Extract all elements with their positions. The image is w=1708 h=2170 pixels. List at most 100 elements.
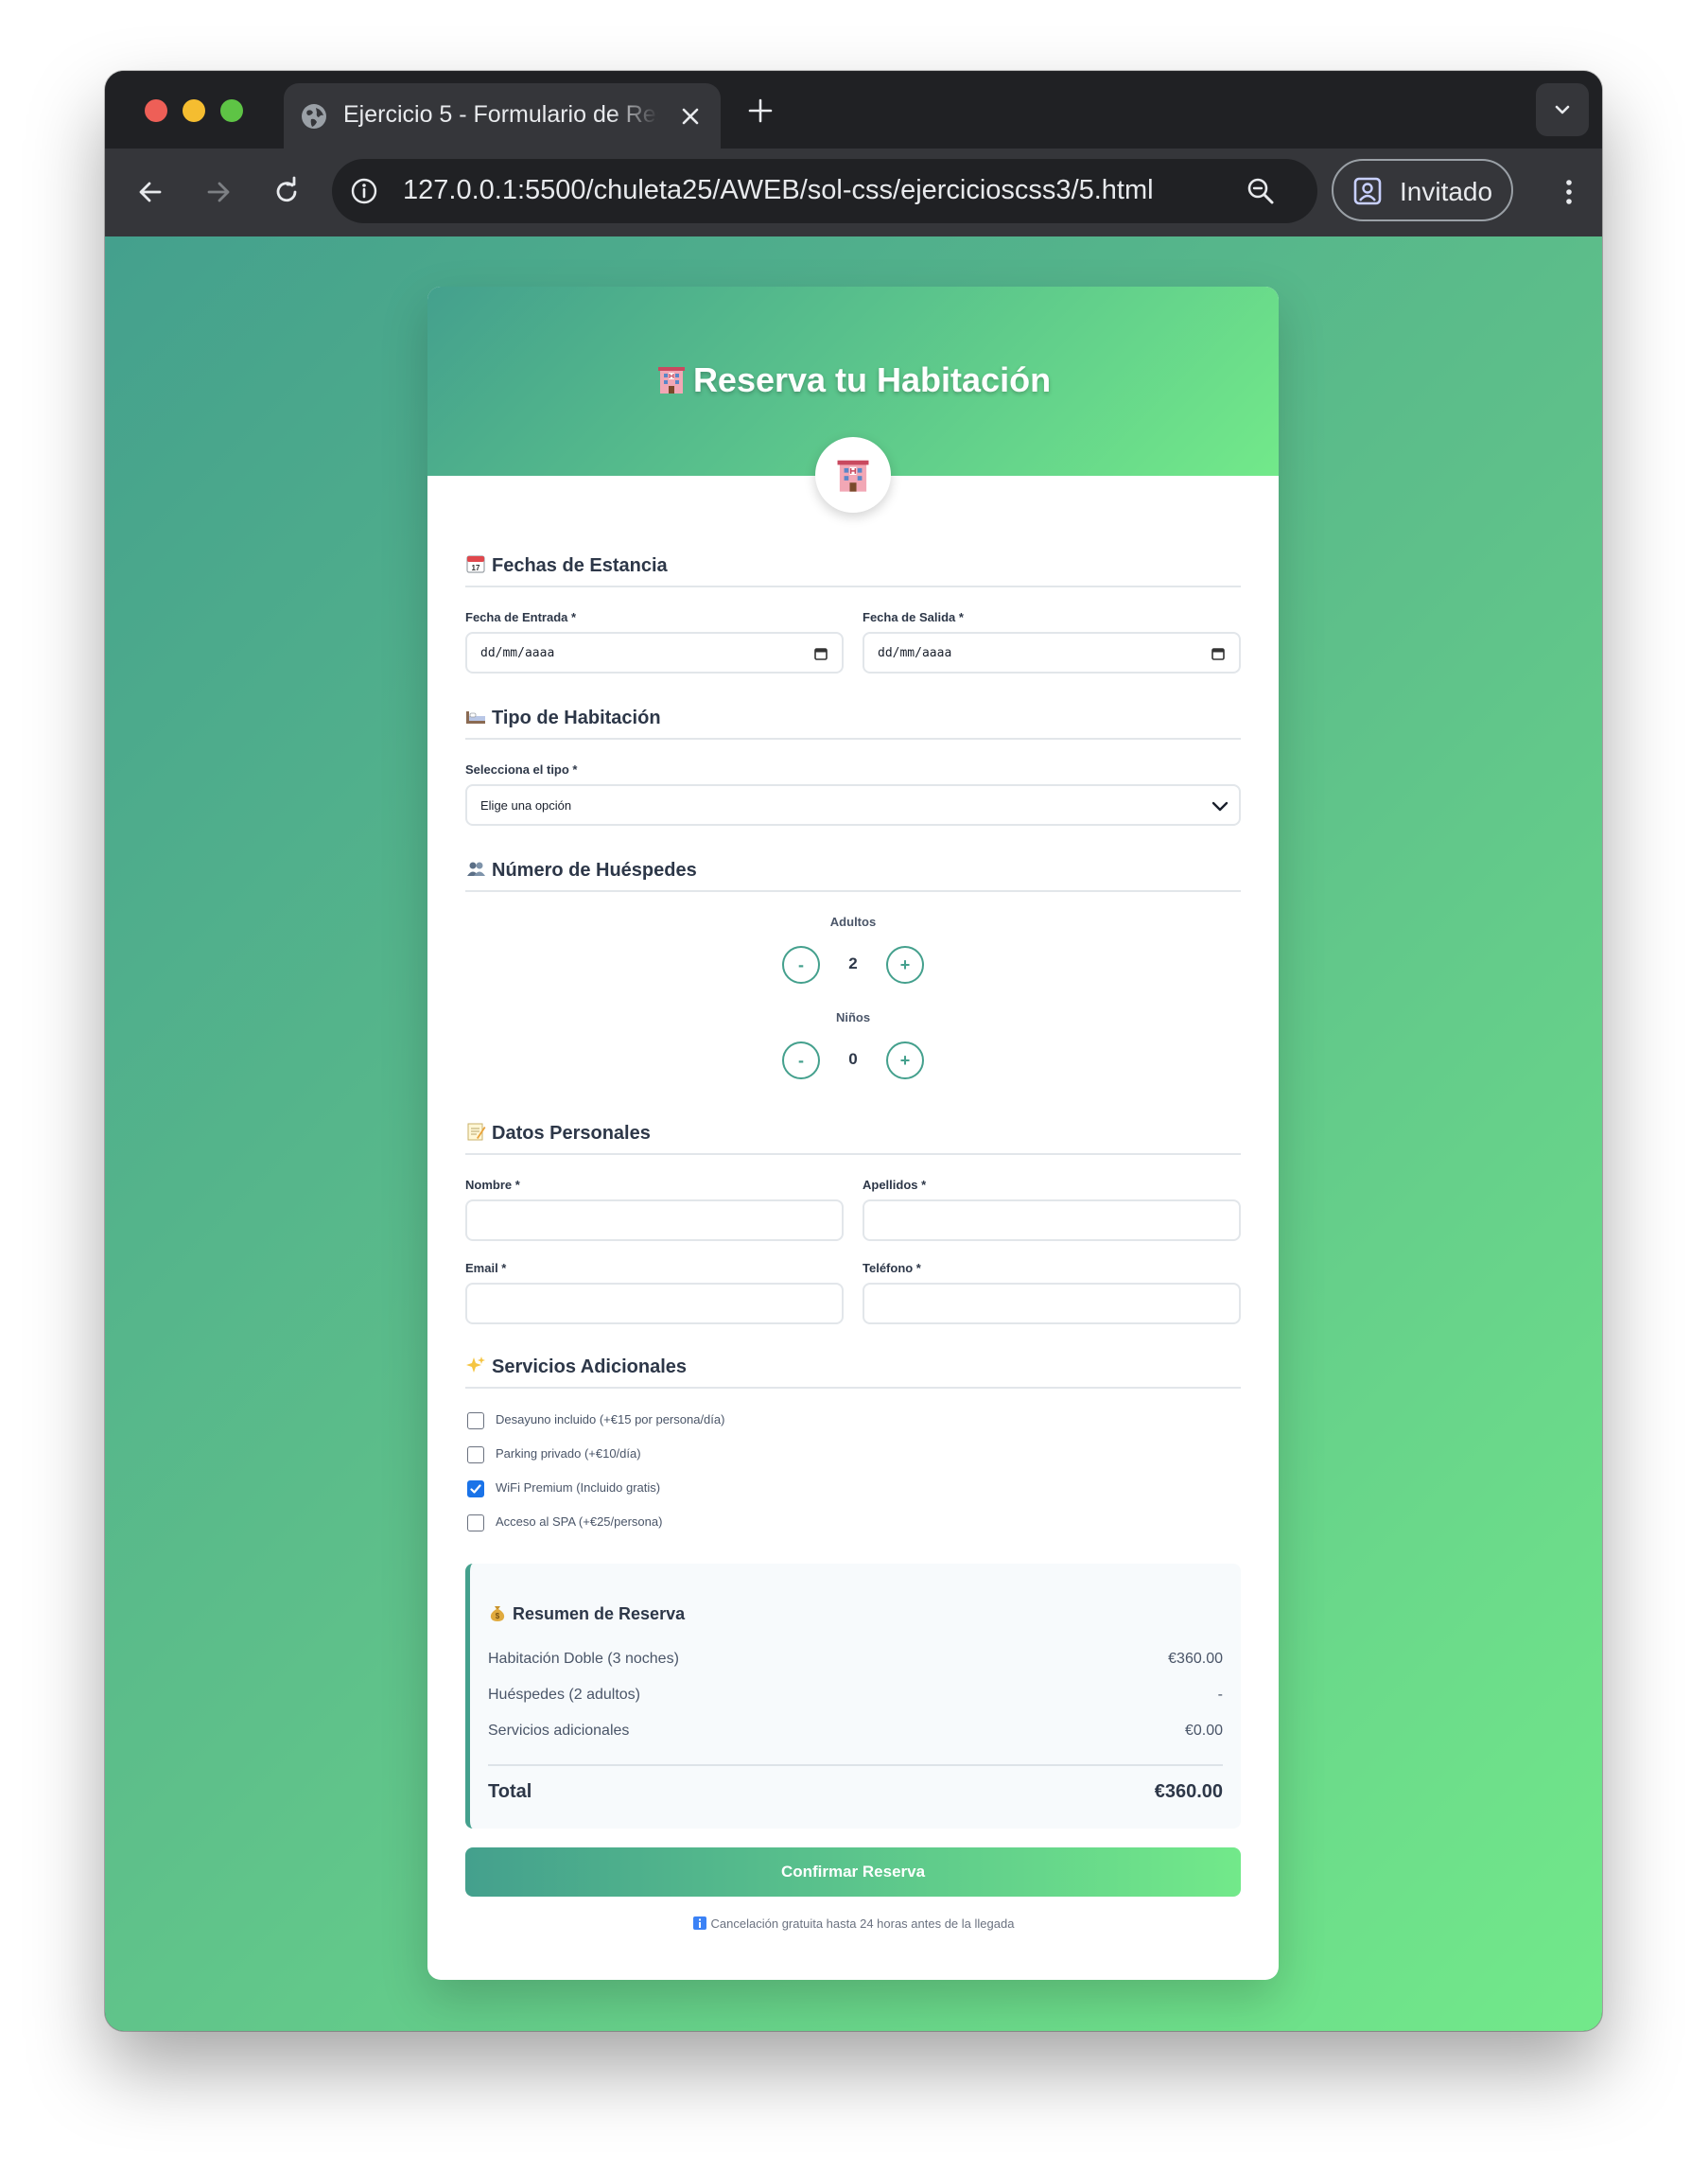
date-picker-icon[interactable] xyxy=(813,646,828,661)
profile-button[interactable]: Invitado xyxy=(1332,159,1513,221)
summary-row: Huéspedes (2 adultos) - xyxy=(488,1687,1223,1704)
section-title-text: Datos Personales xyxy=(492,1123,651,1144)
summary-total-label: Total xyxy=(488,1781,532,1802)
summary-title: $ Resumen de Reserva xyxy=(488,1603,685,1624)
summary-row-label: Servicios adicionales xyxy=(488,1723,630,1739)
tab-title: Ejercicio 5 - Formulario de Reserva xyxy=(343,101,658,128)
more-menu-icon[interactable] xyxy=(1552,175,1586,209)
forward-arrow-icon[interactable] xyxy=(201,175,235,209)
checkbox[interactable] xyxy=(467,1446,484,1463)
summary-row-value: €360.00 xyxy=(1168,1651,1223,1667)
telefono-input[interactable] xyxy=(863,1283,1241,1324)
tipo-select-value: Elige una opción xyxy=(480,798,572,813)
chevron-down-icon xyxy=(1211,801,1229,812)
browser-window: Ejercicio 5 - Formulario de Reserva xyxy=(105,71,1602,2031)
summary-row-label: Huéspedes (2 adultos) xyxy=(488,1687,640,1703)
apellidos-label: Apellidos * xyxy=(863,1178,927,1192)
checkbox[interactable] xyxy=(467,1412,484,1429)
profile-label: Invitado xyxy=(1400,177,1493,206)
section-title-tipo: Tipo de Habitación xyxy=(465,706,1241,740)
sparkles-icon xyxy=(466,1356,485,1373)
summary-row-value: - xyxy=(1217,1687,1223,1703)
adultos-minus-button[interactable]: - xyxy=(782,946,820,984)
summary-row-label: Habitación Doble (3 noches) xyxy=(488,1651,679,1667)
ninos-label: Niños xyxy=(835,1010,871,1024)
nombre-input[interactable] xyxy=(465,1199,844,1241)
section-title-text: Servicios Adicionales xyxy=(492,1356,688,1377)
minimize-window-button[interactable] xyxy=(183,99,205,122)
summary-title-text: Resumen de Reserva xyxy=(513,1604,686,1623)
svg-text:$: $ xyxy=(496,1612,500,1620)
adultos-plus-button[interactable]: + xyxy=(886,946,924,984)
summary-divider xyxy=(488,1764,1223,1766)
section-title-text: Número de Huéspedes xyxy=(492,860,697,881)
cancellation-note-text: Cancelación gratuita hasta 24 horas ante… xyxy=(710,1916,1015,1931)
ninos-plus-button[interactable]: + xyxy=(886,1041,924,1079)
profile-icon xyxy=(1353,177,1382,205)
email-label: Email * xyxy=(465,1261,507,1275)
browser-tab[interactable]: Ejercicio 5 - Formulario de Reserva xyxy=(284,83,721,149)
tipo-habitacion-select[interactable]: Elige una opción xyxy=(465,784,1241,826)
summary-total-value: €360.00 xyxy=(1154,1781,1223,1802)
fecha-entrada-input[interactable]: dd/mm/aaaa xyxy=(465,632,844,674)
chevron-down-icon xyxy=(1555,105,1570,114)
ninos-minus-button[interactable]: - xyxy=(782,1041,820,1079)
apellidos-input[interactable] xyxy=(863,1199,1241,1241)
close-window-button[interactable] xyxy=(145,99,167,122)
new-tab-icon[interactable] xyxy=(746,96,775,125)
hotel-icon xyxy=(657,367,685,394)
browser-toolbar: 127.0.0.1:5500/chuleta25/AWEB/sol-css/ej… xyxy=(105,149,1602,236)
reservation-summary: $ Resumen de Reserva Habitación Doble (3… xyxy=(465,1564,1241,1829)
section-title-huespedes: Número de Huéspedes xyxy=(465,858,1241,892)
confirm-button[interactable]: Confirmar Reserva xyxy=(465,1847,1241,1897)
people-icon xyxy=(467,862,485,876)
section-title-text: Fechas de Estancia xyxy=(492,555,668,576)
site-info-icon[interactable] xyxy=(345,172,383,210)
zoom-icon[interactable] xyxy=(1244,174,1278,208)
svg-text:17: 17 xyxy=(472,564,480,572)
section-title-text: Tipo de Habitación xyxy=(492,708,661,728)
servicio-label: WiFi Premium (Incluido gratis) xyxy=(496,1480,661,1495)
summary-total: Total €360.00 xyxy=(488,1781,1223,1803)
servicio-label: Acceso al SPA (+€25/persona) xyxy=(496,1514,663,1529)
fecha-entrada-label: Fecha de Entrada * xyxy=(465,610,577,624)
checkbox[interactable] xyxy=(467,1514,484,1531)
fecha-salida-placeholder: dd/mm/aaaa xyxy=(878,646,952,660)
summary-row-value: €0.00 xyxy=(1184,1723,1223,1739)
fecha-salida-input[interactable]: dd/mm/aaaa xyxy=(863,632,1241,674)
ninos-value: 0 xyxy=(848,1050,858,1068)
checkmark-icon xyxy=(470,1484,481,1494)
checkbox-checked[interactable] xyxy=(467,1480,484,1497)
adultos-value: 2 xyxy=(848,954,858,972)
reload-icon[interactable] xyxy=(270,175,304,209)
summary-row: Habitación Doble (3 noches) €360.00 xyxy=(488,1651,1223,1668)
bed-icon xyxy=(466,711,485,724)
date-picker-icon[interactable] xyxy=(1211,646,1226,661)
globe-icon xyxy=(302,104,326,129)
section-title-fechas: 17 Fechas de Estancia xyxy=(465,553,1241,587)
email-input[interactable] xyxy=(465,1283,844,1324)
info-icon xyxy=(692,1916,706,1930)
url-text: 127.0.0.1:5500/chuleta25/AWEB/sol-css/ej… xyxy=(403,175,1154,205)
tab-search-button[interactable] xyxy=(1536,83,1589,136)
telefono-label: Teléfono * xyxy=(863,1261,921,1275)
back-arrow-icon[interactable] xyxy=(133,175,167,209)
memo-icon xyxy=(467,1123,486,1141)
fecha-salida-label: Fecha de Salida * xyxy=(863,610,964,624)
hotel-icon xyxy=(837,460,869,492)
money-bag-icon: $ xyxy=(490,1606,505,1621)
page-viewport: Reserva tu Habitación 17 Fechas de Estan… xyxy=(105,236,1602,2031)
tab-strip: Ejercicio 5 - Formulario de Reserva xyxy=(105,71,1602,149)
address-bar[interactable]: 127.0.0.1:5500/chuleta25/AWEB/sol-css/ej… xyxy=(332,159,1317,223)
servicio-label: Parking privado (+€10/día) xyxy=(496,1446,641,1461)
maximize-window-button[interactable] xyxy=(220,99,243,122)
cancellation-note: Cancelación gratuita hasta 24 horas ante… xyxy=(427,1916,1279,1931)
page-title-text: Reserva tu Habitación xyxy=(692,360,1052,399)
adultos-label: Adultos xyxy=(829,915,877,929)
page-title: Reserva tu Habitación xyxy=(427,360,1279,400)
close-icon[interactable] xyxy=(679,105,702,128)
summary-row: Servicios adicionales €0.00 xyxy=(488,1723,1223,1740)
booking-form-card: Reserva tu Habitación 17 Fechas de Estan… xyxy=(427,287,1279,1980)
section-title-personales: Datos Personales xyxy=(465,1121,1241,1155)
servicio-label: Desayuno incluido (+€15 por persona/día) xyxy=(496,1412,725,1426)
